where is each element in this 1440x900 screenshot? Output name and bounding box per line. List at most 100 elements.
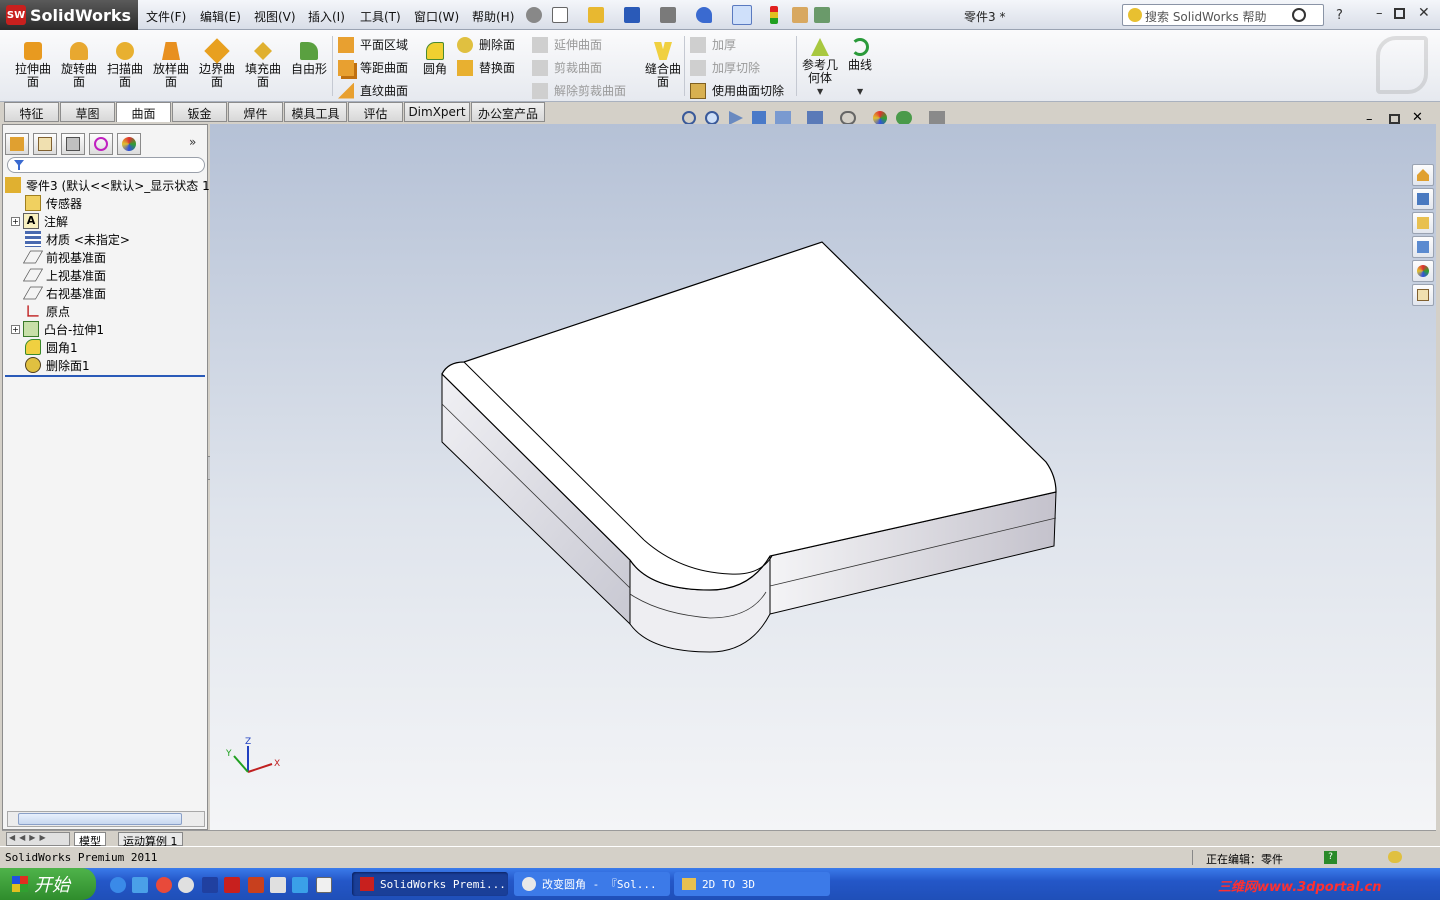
save-icon[interactable]	[624, 7, 640, 23]
tab-weldments[interactable]: 焊件	[228, 102, 283, 122]
design-library-tab[interactable]	[1412, 188, 1434, 210]
feature-manager-tab[interactable]	[5, 133, 29, 155]
cut-with-surface-button[interactable]: 使用曲面切除	[690, 82, 784, 99]
appearances-tab[interactable]	[1412, 260, 1434, 282]
quicklaunch-app-icon[interactable]	[292, 877, 308, 893]
tab-features[interactable]: 特征	[4, 102, 59, 122]
tree-item-sensors[interactable]: 传感器	[25, 194, 82, 212]
untrim-surface-button[interactable]: 解除剪裁曲面	[532, 82, 626, 99]
help-menu-icon[interactable]: ?	[1336, 8, 1343, 23]
view-settings-icon[interactable]	[929, 111, 945, 125]
quicklaunch-app-icon[interactable]	[178, 877, 194, 893]
custom-properties-tab[interactable]	[1412, 284, 1434, 306]
tree-item-front-plane[interactable]: 前视基准面	[22, 248, 106, 266]
taskbar-item-browser[interactable]: 改变圆角 - 『Sol...	[514, 872, 670, 896]
scrollbar-thumb[interactable]	[18, 813, 182, 825]
zoom-to-area-icon[interactable]	[705, 111, 719, 125]
tree-item-origin[interactable]: 原点	[25, 302, 70, 320]
solidworks-resources-tab[interactable]	[1412, 164, 1434, 186]
quicklaunch-app-icon[interactable]	[156, 877, 172, 893]
close-document-icon[interactable]: ✕	[1412, 110, 1423, 125]
quicklaunch-app-icon[interactable]	[316, 877, 332, 893]
tree-item-top-plane[interactable]: 上视基准面	[22, 266, 106, 284]
tab-scroll-arrows[interactable]: ◀◀▶▶	[6, 832, 70, 846]
hide-show-items-icon[interactable]	[840, 111, 856, 125]
swept-surface-button[interactable]: 扫描曲面	[103, 42, 147, 89]
rebuild-status-icon[interactable]	[1388, 851, 1402, 863]
trim-surface-button[interactable]: 剪裁曲面	[532, 59, 602, 76]
section-view-icon[interactable]	[752, 111, 766, 125]
configuration-manager-tab[interactable]	[61, 133, 85, 155]
tab-surfaces[interactable]: 曲面	[116, 102, 171, 122]
menu-help[interactable]: 帮助(H)	[472, 8, 514, 25]
quicklaunch-app-icon[interactable]	[202, 877, 218, 893]
tree-item-right-plane[interactable]: 右视基准面	[22, 284, 106, 302]
start-button[interactable]: 开始	[0, 868, 96, 900]
taskbar-item-solidworks[interactable]: SolidWorks Premi...	[352, 872, 508, 896]
offset-surface-button[interactable]: 等距曲面	[338, 59, 408, 76]
curves-button[interactable]: 曲线	[842, 38, 878, 72]
expand-icon[interactable]: +	[11, 216, 20, 226]
property-manager-tab[interactable]	[33, 133, 57, 155]
graphics-viewport[interactable]: Z X Y	[210, 124, 1436, 830]
tab-motion-study[interactable]: 运动算例 1	[118, 832, 183, 848]
options-icon[interactable]	[814, 7, 830, 23]
tree-item-delete-face[interactable]: 删除面1	[25, 356, 90, 374]
tree-item-annotations[interactable]: + A 注解	[11, 212, 68, 230]
tree-item-part[interactable]: 零件3 (默认<<默认>_显示状态 1	[5, 176, 210, 194]
expand-panel-icon[interactable]: »	[189, 135, 196, 149]
maximize-window-icon[interactable]	[1394, 8, 1405, 19]
file-explorer-tab[interactable]	[1412, 212, 1434, 234]
tab-dimxpert[interactable]: DimXpert	[404, 102, 470, 122]
minimize-window-icon[interactable]: –	[1376, 6, 1383, 21]
pin-icon[interactable]	[526, 7, 542, 23]
panel-horizontal-scrollbar[interactable]	[7, 811, 205, 827]
quicklaunch-app-icon[interactable]	[132, 877, 148, 893]
extend-surface-button[interactable]: 延伸曲面	[532, 36, 602, 53]
tab-sketch[interactable]: 草图	[60, 102, 115, 122]
thickened-cut-button[interactable]: 加厚切除	[690, 59, 760, 76]
app-logo[interactable]: SW SolidWorks	[0, 0, 138, 30]
tree-item-fillet[interactable]: 圆角1	[25, 338, 78, 356]
planar-surface-button[interactable]: 平面区域	[338, 36, 408, 53]
display-style-icon[interactable]	[807, 111, 823, 125]
help-icon[interactable]: ?	[1324, 851, 1337, 864]
quicklaunch-app-icon[interactable]	[270, 877, 286, 893]
menu-edit[interactable]: 编辑(E)	[200, 8, 241, 25]
zoom-to-fit-icon[interactable]	[682, 111, 696, 125]
tree-filter-input[interactable]	[7, 157, 205, 173]
apply-scene-icon[interactable]	[896, 111, 912, 125]
undo-icon[interactable]	[696, 7, 712, 23]
search-icon[interactable]	[1292, 8, 1306, 22]
knit-surface-button[interactable]: 缝合曲面	[641, 42, 685, 89]
menu-window[interactable]: 窗口(W)	[414, 8, 459, 25]
tab-model[interactable]: 模型	[74, 832, 106, 848]
open-folder-icon[interactable]	[588, 7, 604, 23]
tree-item-boss-extrude[interactable]: + 凸台-拉伸1	[11, 320, 104, 338]
view-orientation-icon[interactable]	[775, 111, 791, 125]
tab-office-products[interactable]: 办公室产品	[471, 102, 545, 122]
chevron-down-icon[interactable]: ▼	[857, 87, 863, 96]
expand-icon[interactable]: +	[11, 324, 20, 334]
tree-item-material[interactable]: 材质 <未指定>	[25, 230, 130, 248]
tab-sheet-metal[interactable]: 钣金	[172, 102, 227, 122]
freeform-button[interactable]: 自由形	[287, 42, 331, 76]
view-palette-tab[interactable]	[1412, 236, 1434, 258]
edit-appearance-icon[interactable]	[873, 111, 887, 125]
chevron-down-icon[interactable]: ▼	[817, 87, 823, 96]
rollback-bar[interactable]	[5, 375, 205, 377]
menu-insert[interactable]: 插入(I)	[308, 8, 345, 25]
extruded-surface-button[interactable]: 拉伸曲面	[11, 42, 55, 89]
print-icon[interactable]	[660, 7, 676, 23]
rebuild-traffic-light-icon[interactable]	[770, 6, 778, 24]
replace-face-button[interactable]: 替换面	[457, 59, 515, 76]
ruled-surface-button[interactable]: 直纹曲面	[338, 82, 408, 99]
quicklaunch-app-icon[interactable]	[248, 877, 264, 893]
thicken-button[interactable]: 加厚	[690, 36, 736, 53]
fillet-button[interactable]: 圆角	[420, 42, 450, 76]
revolved-surface-button[interactable]: 旋转曲面	[57, 42, 101, 89]
delete-face-button[interactable]: 删除面	[457, 36, 515, 53]
close-window-icon[interactable]: ✕	[1418, 5, 1430, 21]
menu-file[interactable]: 文件(F)	[146, 8, 186, 25]
file-properties-icon[interactable]	[792, 7, 808, 23]
